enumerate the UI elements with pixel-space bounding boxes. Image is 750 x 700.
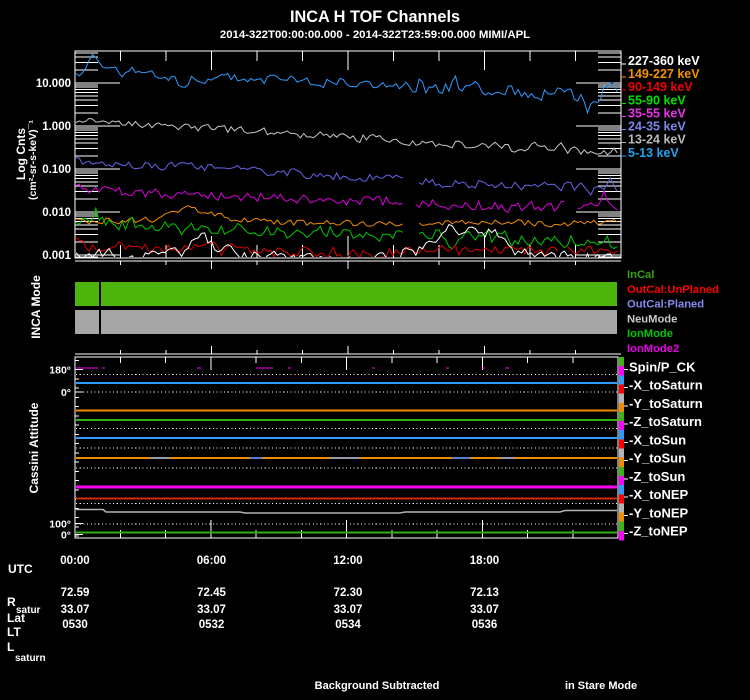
svg-text:in Stare Mode: in Stare Mode [565,680,637,692]
svg-text:InCal: InCal [627,269,654,281]
svg-text:2014-322T00:00:00.000 - 2014-3: 2014-322T00:00:00.000 - 2014-322T23:59:0… [220,29,530,41]
svg-text:-Y_toSaturn: -Y_toSaturn [629,396,703,411]
svg-text:72.45: 72.45 [197,587,226,599]
svg-text:-Y_toNEP: -Y_toNEP [629,505,689,520]
svg-text:12:00: 12:00 [333,555,362,567]
svg-text:72.30: 72.30 [334,587,363,599]
svg-text:13-24 keV: 13-24 keV [628,133,686,147]
svg-text:0.100: 0.100 [42,164,71,176]
svg-text:-Z_toSaturn: -Z_toSaturn [629,414,702,429]
svg-text:-Z_toSun: -Z_toSun [629,469,685,484]
svg-text:72.13: 72.13 [470,587,499,599]
svg-text:-X_toNEP: -X_toNEP [629,487,689,502]
svg-text:180°: 180° [49,365,71,377]
svg-text:INCA Mode: INCA Mode [29,275,43,339]
svg-text:72.59: 72.59 [61,587,90,599]
svg-text:0536: 0536 [472,619,498,631]
svg-text:Log Cnts: Log Cnts [14,128,28,180]
svg-text:0534: 0534 [335,619,361,631]
svg-text:18:00: 18:00 [470,555,499,567]
svg-text:35-55 keV: 35-55 keV [628,106,686,120]
svg-text:-Z_toNEP: -Z_toNEP [629,524,688,539]
svg-text:OutCal:Planed: OutCal:Planed [627,299,704,311]
svg-text:33.07: 33.07 [334,604,363,616]
svg-text:OutCal:UnPlaned: OutCal:UnPlaned [627,284,719,296]
svg-text:0°: 0° [61,387,71,399]
svg-text:Background Subtracted: Background Subtracted [315,680,440,692]
svg-text:10.000: 10.000 [36,78,71,90]
svg-text:24-35 keV: 24-35 keV [628,120,686,134]
svg-text:-X_toSaturn: -X_toSaturn [629,378,703,393]
svg-text:-X_toSun: -X_toSun [629,432,686,447]
svg-text:0°: 0° [61,530,71,542]
svg-text:IonMode2: IonMode2 [627,343,679,355]
svg-text:Lat: Lat [7,611,25,625]
svg-text:0532: 0532 [199,619,225,631]
svg-text:0.001: 0.001 [42,250,71,262]
svg-text:0.010: 0.010 [42,207,71,219]
svg-text:-Y_toSun: -Y_toSun [629,451,686,466]
svg-text:33.07: 33.07 [61,604,90,616]
svg-text:NeuMode: NeuMode [627,313,677,325]
svg-text:06:00: 06:00 [197,555,226,567]
svg-text:0530: 0530 [62,619,88,631]
svg-text:Spin/P_CK: Spin/P_CK [629,360,696,375]
svg-text:LT: LT [7,625,21,639]
svg-text:00:00: 00:00 [60,555,89,567]
svg-text:L: L [7,640,14,654]
svg-text:55-90 keV: 55-90 keV [628,93,686,107]
svg-text:90-149 keV: 90-149 keV [628,80,693,94]
svg-text:33.07: 33.07 [470,604,499,616]
svg-text:5-13 keV: 5-13 keV [628,146,679,160]
svg-text:(cm²-sr-s-keV)¯¹: (cm²-sr-s-keV)¯¹ [27,120,39,200]
svg-text:UTC: UTC [8,562,33,576]
svg-text:149-227 keV: 149-227 keV [628,67,700,81]
svg-text:INCA H TOF Channels: INCA H TOF Channels [290,8,460,26]
svg-text:saturn: saturn [15,653,46,664]
svg-text:R: R [7,595,16,609]
svg-text:1.000: 1.000 [42,121,71,133]
svg-text:IonMode: IonMode [627,328,673,340]
svg-text:227-360 keV: 227-360 keV [628,54,700,68]
svg-text:33.07: 33.07 [197,604,226,616]
svg-text:Cassini Attitude: Cassini Attitude [27,402,41,493]
